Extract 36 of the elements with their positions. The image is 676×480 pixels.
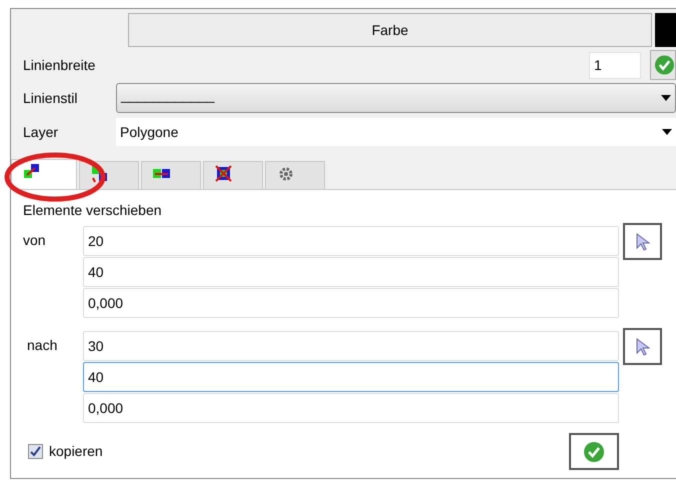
line-width-field[interactable]: 1 <box>589 52 641 78</box>
coordinate-field[interactable]: 0,000 <box>83 392 619 422</box>
field-label: von <box>23 231 47 250</box>
coordinate-field[interactable]: 40 <box>83 362 619 392</box>
dropdown-arrow-icon <box>661 95 671 101</box>
coordinate-field[interactable]: 30 <box>83 330 619 360</box>
apply-button[interactable] <box>650 50 676 80</box>
coordinate-field[interactable]: 40 <box>83 256 619 286</box>
pick-point-button[interactable] <box>623 223 662 260</box>
field-label: Layer <box>22 122 60 142</box>
tab[interactable] <box>203 161 263 189</box>
section-title: Elemente verschieben <box>23 201 163 220</box>
resize-icon <box>214 164 233 183</box>
coordinate-field[interactable]: 20 <box>83 226 619 256</box>
cursor-icon <box>636 232 650 250</box>
dropdown-arrow-icon <box>662 129 672 135</box>
field-label: Linienstil <box>22 88 78 108</box>
tab[interactable] <box>141 161 201 189</box>
line-style-dropdown[interactable]: ____________ <box>116 83 676 113</box>
checkbox[interactable] <box>28 444 43 459</box>
ok-button[interactable] <box>569 433 619 470</box>
coordinate-field[interactable]: 0,000 <box>83 288 619 318</box>
tab[interactable] <box>265 161 325 189</box>
tab[interactable] <box>11 159 77 190</box>
cursor-icon <box>636 338 650 356</box>
pick-point-button[interactable] <box>623 328 662 365</box>
checkmark-icon <box>654 54 675 76</box>
field-label: Linienbreite <box>22 56 96 74</box>
field-label: nach <box>26 336 58 355</box>
checkmark-icon <box>583 440 605 462</box>
layer-dropdown[interactable]: Polygone <box>116 118 676 146</box>
checkmark-icon <box>30 446 41 457</box>
color-button[interactable]: Farbe <box>128 13 652 47</box>
color-swatch[interactable] <box>655 13 676 47</box>
checkbox-label: kopieren <box>49 442 103 461</box>
move-icon <box>22 162 41 181</box>
